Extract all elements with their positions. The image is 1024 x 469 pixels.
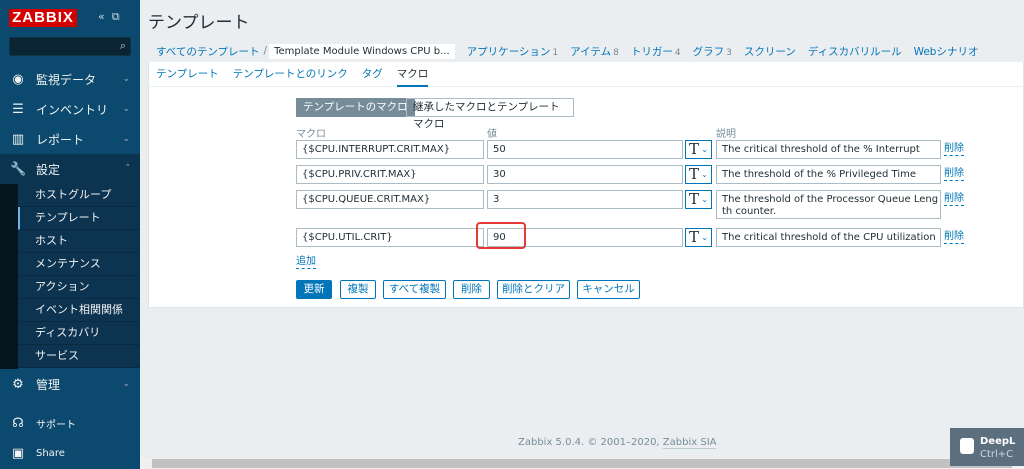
footer: Zabbix 5.0.4. © 2001–2020, Zabbix SIA xyxy=(518,437,717,449)
header-description: 説明 xyxy=(716,129,736,140)
macro-value-input[interactable]: 3 xyxy=(487,190,683,209)
value-type-dropdown[interactable]: T ⌄ xyxy=(685,165,712,184)
headset-icon: ☊ xyxy=(12,415,24,431)
menu-reports[interactable]: ▥ レポート ⌄ xyxy=(0,124,140,154)
collapse-icon[interactable]: « xyxy=(98,10,105,23)
tab-web-scenarios[interactable]: Webシナリオ xyxy=(914,44,979,59)
submenu-actions[interactable]: アクション xyxy=(18,276,140,299)
submenu-discovery[interactable]: ディスカバリ xyxy=(18,322,140,345)
chevron-down-icon: ⌄ xyxy=(122,134,130,144)
search-input[interactable]: ⌕ xyxy=(9,37,131,56)
header-macro: マクロ xyxy=(296,129,326,140)
chevron-down-icon: ⌄ xyxy=(122,74,130,84)
tab-applications[interactable]: アプリケーション 1 xyxy=(467,44,559,59)
submenu-host-groups[interactable]: ホストグループ xyxy=(18,184,140,207)
clone-button[interactable]: 複製 xyxy=(340,280,376,299)
list-icon: ☰ xyxy=(12,101,24,117)
header-value: 値 xyxy=(487,129,497,140)
delete-button[interactable]: 削除 xyxy=(453,280,490,299)
full-clone-button[interactable]: すべて複製 xyxy=(383,280,446,299)
macro-name-input[interactable]: {$CPU.INTERRUPT.CRIT.MAX} xyxy=(296,140,484,159)
menu-inventory[interactable]: ☰ インベントリ ⌄ xyxy=(0,94,140,124)
remove-link[interactable]: 削除 xyxy=(944,193,964,206)
chevron-down-icon: ⌄ xyxy=(701,233,708,242)
wrench-icon: 🔧 xyxy=(10,161,27,177)
gear-icon: ⚙ xyxy=(12,376,24,392)
add-macro-link[interactable]: 追加 xyxy=(296,256,316,269)
tab-triggers[interactable]: トリガー 4 xyxy=(631,44,681,59)
value-type-dropdown[interactable]: T ⌄ xyxy=(685,228,712,247)
tab-linked-templates[interactable]: テンプレートとのリンク xyxy=(233,62,348,87)
chevron-down-icon: ⌄ xyxy=(701,170,708,179)
macro-name-input[interactable]: {$CPU.UTIL.CRIT} xyxy=(296,228,484,247)
chevron-down-icon: ⌄ xyxy=(701,195,708,204)
tab-template[interactable]: テンプレート xyxy=(156,62,219,87)
form-tabs: テンプレート テンプレートとのリンク タグ マクロ xyxy=(148,62,1024,87)
macro-name-input[interactable]: {$CPU.PRIV.CRIT.MAX} xyxy=(296,165,484,184)
horizontal-scrollbar[interactable] xyxy=(140,458,1024,469)
menu-administration[interactable]: ⚙ 管理 ⌄ xyxy=(0,369,140,399)
menu-configuration[interactable]: 🔧 設定 ˄ xyxy=(0,154,140,184)
macro-description-input[interactable]: The critical threshold of the CPU utiliz… xyxy=(716,228,941,247)
submenu-event-correlation[interactable]: イベント相関関係 xyxy=(18,299,140,322)
cancel-button[interactable]: キャンセル xyxy=(577,280,640,299)
chevron-down-icon: ⌄ xyxy=(701,145,708,154)
tab-tags[interactable]: タグ xyxy=(362,62,383,87)
menu-support[interactable]: ☊ サポート xyxy=(0,408,140,438)
highlight-annotation xyxy=(476,222,526,249)
tab-graphs[interactable]: グラフ 3 xyxy=(693,44,732,59)
eye-icon: ◉ xyxy=(12,71,24,87)
breadcrumb-current[interactable]: Template Module Windows CPU b... xyxy=(269,43,455,59)
submenu-services[interactable]: サービス xyxy=(18,345,140,368)
menu-monitoring[interactable]: ◉ 監視データ ⌄ xyxy=(0,64,140,94)
search-icon[interactable]: ⌕ xyxy=(120,39,126,53)
breadcrumb-tabs: すべてのテンプレート / Template Module Windows CPU… xyxy=(148,40,1024,62)
macro-name-input[interactable]: {$CPU.QUEUE.CRIT.MAX} xyxy=(296,190,484,209)
zabbix-sia-link[interactable]: Zabbix SIA xyxy=(662,437,717,449)
menu-share[interactable]: ▣ Share xyxy=(0,438,140,468)
macro-value-input[interactable]: 50 xyxy=(487,140,683,159)
submenu-templates[interactable]: テンプレート xyxy=(18,207,140,230)
share-icon: ▣ xyxy=(11,445,25,461)
breadcrumb-all-templates[interactable]: すべてのテンプレート xyxy=(156,44,260,59)
tab-discovery-rules[interactable]: ディスカバリルール xyxy=(808,44,902,59)
macro-value-input[interactable]: 30 xyxy=(487,165,683,184)
deepl-widget[interactable]: DeepL Ctrl+C xyxy=(950,428,1024,466)
macro-description-input[interactable]: The threshold of the % Privileged Time c… xyxy=(716,165,941,184)
page-title: テンプレート xyxy=(148,13,250,33)
value-type-dropdown[interactable]: T ⌄ xyxy=(685,140,712,159)
tab-screens[interactable]: スクリーン xyxy=(744,44,796,59)
macro-description-input[interactable]: The critical threshold of the % Interrup… xyxy=(716,140,941,159)
value-type-dropdown[interactable]: T ⌄ xyxy=(685,190,712,209)
tab-items[interactable]: アイテム 8 xyxy=(570,44,619,59)
delete-and-clear-button[interactable]: 削除とクリア xyxy=(497,280,570,299)
chevron-down-icon: ⌄ xyxy=(122,104,130,114)
sidebar: ZABBIX « ⧉ ⌕ ◉ 監視データ ⌄ ☰ インベントリ ⌄ ▥ レポート ⌄ 🔧 設定… xyxy=(0,0,140,469)
submenu-hosts[interactable]: ホスト xyxy=(18,230,140,253)
macro-description-input[interactable]: The threshold of the Processor Queue Len… xyxy=(716,190,941,219)
chevron-up-icon: ˄ xyxy=(125,164,131,174)
deepl-icon xyxy=(960,438,974,454)
remove-link[interactable]: 削除 xyxy=(944,168,964,181)
update-button[interactable]: 更新 xyxy=(296,280,332,299)
kiosk-icon[interactable]: ⧉ xyxy=(112,10,120,23)
remove-link[interactable]: 削除 xyxy=(944,143,964,156)
zabbix-logo[interactable]: ZABBIX xyxy=(9,9,77,27)
bar-chart-icon: ▥ xyxy=(11,131,25,147)
remove-link[interactable]: 削除 xyxy=(944,231,964,244)
tab-macros[interactable]: マクロ xyxy=(396,62,429,87)
segment-template-macros[interactable]: テンプレートのマクロ xyxy=(296,98,415,117)
segment-inherited-macros[interactable]: 継承したマクロとテンプレートマクロ xyxy=(406,98,574,130)
submenu-maintenance[interactable]: メンテナンス xyxy=(18,253,140,276)
chevron-down-icon: ⌄ xyxy=(122,379,130,389)
